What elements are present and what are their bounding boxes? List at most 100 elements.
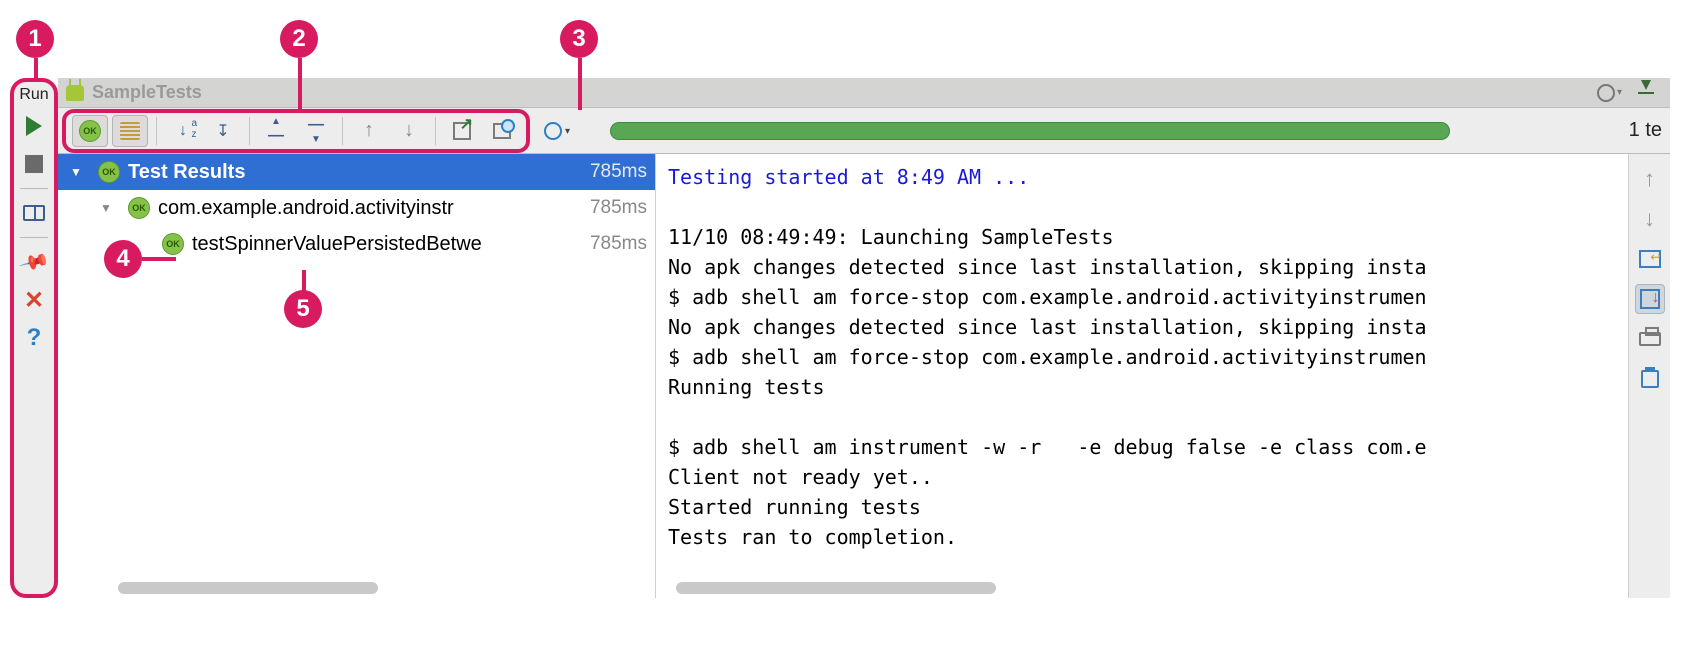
print-button[interactable] xyxy=(1635,324,1665,354)
console-text: Testing started at 8:49 AM ... 11/10 08:… xyxy=(656,154,1628,598)
pin-button[interactable]: 📌 xyxy=(18,246,50,278)
tree-test-time: 785ms xyxy=(590,233,647,255)
console-line: $ adb shell am force-stop com.example.an… xyxy=(668,345,1427,369)
tree-test-label: testSpinnerValuePersistedBetwe xyxy=(192,233,584,256)
horizontal-scrollbar[interactable] xyxy=(676,582,996,594)
gear-icon xyxy=(1597,84,1615,102)
disclosure-icon[interactable]: ▼ xyxy=(68,165,84,179)
ok-icon: OK xyxy=(162,233,184,255)
hide-icon xyxy=(1638,92,1654,94)
arrow-up-icon: ↑ xyxy=(364,119,374,142)
prev-failed-button[interactable]: ↑ xyxy=(351,115,387,147)
collapse-icon xyxy=(306,116,326,145)
clear-button[interactable] xyxy=(1635,364,1665,394)
arrow-down-icon: ↓ xyxy=(1644,206,1655,232)
stop-button[interactable] xyxy=(18,148,50,180)
test-body: ▼ OK Test Results 785ms ▼ OK com.example… xyxy=(58,154,1670,598)
callout-4: 4 xyxy=(104,240,142,278)
layout-icon xyxy=(23,205,45,221)
run-tool-window: Run 📌 ✕ ? SampleTests OK ↓ ↧ xyxy=(10,78,1670,598)
console-up-button[interactable]: ↑ xyxy=(1635,164,1665,194)
arrow-up-icon: ↑ xyxy=(1644,166,1655,192)
console-output[interactable]: Testing started at 8:49 AM ... 11/10 08:… xyxy=(656,154,1628,598)
separator xyxy=(20,237,48,238)
test-progress-bar xyxy=(610,122,1450,140)
android-icon xyxy=(66,85,84,101)
callout-3: 3 xyxy=(560,20,598,58)
console-right-toolbar: ↑ ↓ xyxy=(1628,154,1670,598)
run-content: SampleTests OK ↓ ↧ ↑ ↓ xyxy=(58,78,1670,598)
console-line: Running tests xyxy=(668,375,825,399)
ok-icon: OK xyxy=(128,197,150,219)
stack-icon xyxy=(120,122,140,140)
console-line: Tests ran to completion. xyxy=(668,525,957,549)
soft-wrap-button[interactable] xyxy=(1635,244,1665,274)
test-tree[interactable]: ▼ OK Test Results 785ms ▼ OK com.example… xyxy=(58,154,656,598)
tree-package-label: com.example.android.activityinstr xyxy=(158,197,584,220)
test-count-label: 1 te xyxy=(1629,119,1662,142)
sort-alpha-button[interactable]: ↓ xyxy=(165,115,201,147)
stop-icon xyxy=(25,155,43,173)
rerun-button[interactable] xyxy=(18,110,50,142)
console-line: Client not ready yet.. xyxy=(668,465,933,489)
callout-1-line xyxy=(34,58,38,80)
callout-4-line xyxy=(142,257,176,261)
ok-icon: OK xyxy=(98,161,120,183)
separator xyxy=(435,117,436,145)
console-line: $ adb shell am force-stop com.example.an… xyxy=(668,285,1427,309)
console-line: 11/10 08:49:49: Launching SampleTests xyxy=(668,225,1114,249)
gear-icon xyxy=(544,122,562,140)
play-icon xyxy=(26,116,42,136)
test-options-button[interactable] xyxy=(532,115,568,147)
help-button[interactable]: ? xyxy=(18,322,50,354)
separator xyxy=(342,117,343,145)
console-line: No apk changes detected since last insta… xyxy=(668,315,1427,339)
show-ignored-button[interactable] xyxy=(112,115,148,147)
console-line: Testing started at 8:49 AM ... xyxy=(668,165,1029,189)
callout-1: 1 xyxy=(16,20,54,58)
test-toolbar: OK ↓ ↧ ↑ ↓ 1 te xyxy=(58,108,1670,154)
print-icon xyxy=(1639,332,1661,346)
scroll-end-icon xyxy=(1640,289,1660,309)
show-passed-button[interactable]: OK xyxy=(72,115,108,147)
import-history-button[interactable] xyxy=(484,115,520,147)
expand-icon xyxy=(266,116,286,145)
expand-all-button[interactable] xyxy=(258,115,294,147)
close-icon: ✕ xyxy=(24,286,44,315)
collapse-all-button[interactable] xyxy=(298,115,334,147)
callout-2: 2 xyxy=(280,20,318,58)
export-results-button[interactable] xyxy=(444,115,480,147)
console-line: $ adb shell am instrument -w -r -e debug… xyxy=(668,435,1427,459)
console-line: No apk changes detected since last insta… xyxy=(668,255,1427,279)
trash-icon xyxy=(1641,370,1659,388)
tree-root-row[interactable]: ▼ OK Test Results 785ms xyxy=(58,154,655,190)
scroll-to-end-button[interactable] xyxy=(1635,284,1665,314)
hide-button[interactable] xyxy=(1630,77,1662,109)
callout-5: 5 xyxy=(284,290,322,328)
settings-button[interactable] xyxy=(1590,77,1622,109)
horizontal-scrollbar[interactable] xyxy=(118,582,378,594)
console-down-button[interactable]: ↓ xyxy=(1635,204,1665,234)
ok-icon: OK xyxy=(79,120,101,142)
run-config-name: SampleTests xyxy=(92,82,202,103)
disclosure-icon[interactable]: ▼ xyxy=(98,201,114,215)
history-icon xyxy=(493,123,511,139)
export-icon xyxy=(453,122,471,140)
separator xyxy=(249,117,250,145)
tree-root-label: Test Results xyxy=(128,161,584,184)
pin-icon: 📌 xyxy=(17,245,51,279)
soft-wrap-icon xyxy=(1639,250,1661,268)
tree-package-row[interactable]: ▼ OK com.example.android.activityinstr 7… xyxy=(58,190,655,226)
layout-button[interactable] xyxy=(18,197,50,229)
sort-duration-button[interactable]: ↧ xyxy=(205,115,241,147)
next-failed-button[interactable]: ↓ xyxy=(391,115,427,147)
sort-alpha-icon: ↓ xyxy=(179,122,187,140)
separator xyxy=(20,188,48,189)
test-toolbar-group: OK ↓ ↧ ↑ ↓ xyxy=(62,109,530,153)
sort-duration-icon: ↧ xyxy=(216,121,229,141)
callout-5-line xyxy=(302,270,306,292)
help-icon: ? xyxy=(27,324,42,352)
console-line: Started running tests xyxy=(668,495,921,519)
close-button[interactable]: ✕ xyxy=(18,284,50,316)
callout-3-line xyxy=(578,58,582,110)
